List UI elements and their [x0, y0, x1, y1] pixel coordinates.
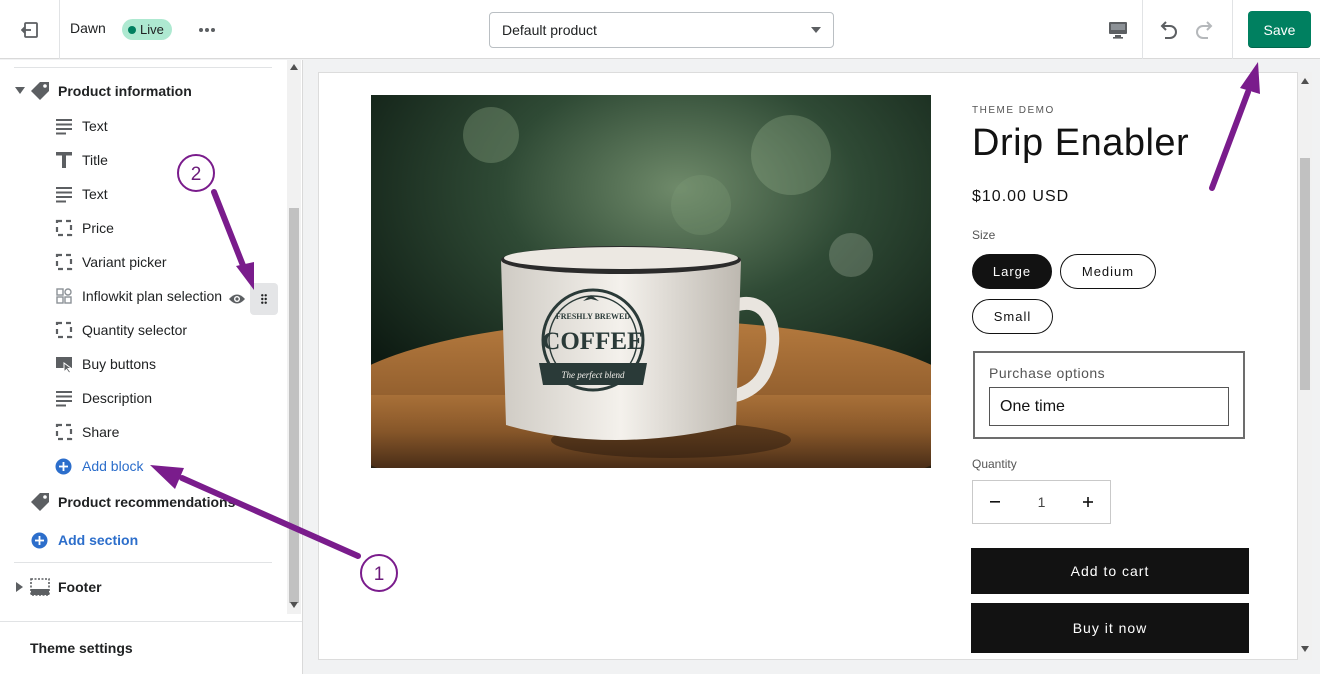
toolbar-divider	[1142, 0, 1143, 59]
block-label: Variant picker	[82, 254, 167, 270]
template-select[interactable]: Default product	[489, 12, 834, 48]
size-label: Size	[972, 228, 996, 242]
add-section-label: Add section	[58, 532, 139, 548]
size-option-small[interactable]: Small	[972, 299, 1053, 334]
chevron-down-icon	[811, 27, 821, 33]
scroll-up-arrow-icon[interactable]	[290, 64, 298, 70]
block-label: Title	[82, 152, 108, 168]
quantity-stepper: 1	[972, 480, 1111, 524]
buy-it-now-button[interactable]: Buy it now	[971, 603, 1249, 653]
block-label: Price	[82, 220, 114, 236]
size-option-large[interactable]: Large	[972, 254, 1052, 289]
more-horizontal-icon	[199, 28, 215, 32]
exit-icon	[20, 21, 38, 38]
undo-button[interactable]	[1153, 16, 1183, 44]
template-select-value: Default product	[502, 22, 597, 38]
preview-scrollbar-thumb[interactable]	[1300, 158, 1310, 390]
section-label: Footer	[58, 579, 102, 595]
title-t-icon	[56, 152, 72, 168]
block-label: Buy buttons	[82, 356, 156, 372]
coffee-mug-photo: FRESHLY BREWED COFFEE The perfect blend	[371, 95, 931, 468]
desktop-icon	[1109, 21, 1127, 39]
toolbar-divider	[1232, 0, 1233, 59]
dashed-square-icon	[55, 219, 73, 237]
caret-down-icon	[15, 87, 25, 94]
redo-button[interactable]	[1190, 16, 1220, 44]
drag-handle-icon	[261, 294, 267, 304]
block-label: Text	[82, 186, 108, 202]
scroll-down-arrow-icon[interactable]	[290, 602, 298, 608]
mug-text-top: FRESHLY BREWED	[556, 312, 631, 321]
text-lines-icon	[56, 187, 72, 203]
quantity-decrease-button[interactable]	[973, 480, 1017, 524]
purchase-options-select[interactable]: One time	[989, 387, 1229, 426]
theme-settings-button[interactable]: Theme settings	[0, 621, 302, 674]
purchase-options-label: Purchase options	[989, 365, 1106, 381]
scroll-up-arrow-icon[interactable]	[1301, 78, 1309, 84]
minus-icon	[990, 501, 1000, 503]
buy-buttons-icon	[56, 357, 73, 373]
product-image[interactable]: FRESHLY BREWED COFFEE The perfect blend	[371, 95, 931, 468]
product-vendor: THEME DEMO	[972, 105, 1055, 116]
theme-name: Dawn	[70, 20, 106, 36]
dashed-square-icon	[55, 321, 73, 339]
undo-icon	[1160, 21, 1177, 39]
caret-right-icon	[16, 582, 23, 592]
block-row-actions	[228, 283, 278, 315]
live-badge: Live	[122, 19, 172, 40]
save-button[interactable]: Save	[1248, 11, 1311, 48]
add-to-cart-button[interactable]: Add to cart	[971, 548, 1249, 594]
text-lines-icon	[56, 119, 72, 135]
device-preview-button[interactable]	[1094, 0, 1142, 59]
section-label: Product recommendations	[58, 494, 236, 510]
block-label: Quantity selector	[82, 322, 188, 338]
scroll-down-arrow-icon[interactable]	[1301, 646, 1309, 652]
redo-icon	[1196, 21, 1213, 39]
mug-text-ribbon: The perfect blend	[562, 370, 625, 380]
top-bar: Dawn Live Default product Save	[0, 0, 1320, 59]
eye-icon[interactable]	[228, 292, 246, 306]
footer-layout-icon	[30, 578, 50, 596]
section-label: Product information	[58, 83, 192, 99]
live-dot-icon	[128, 25, 136, 34]
app-block-icon	[56, 288, 72, 304]
quantity-value[interactable]: 1	[1038, 494, 1046, 510]
live-badge-label: Live	[140, 22, 164, 37]
plus-icon	[1082, 497, 1093, 507]
block-label: Text	[82, 118, 108, 134]
sidebar-scrollbar-thumb[interactable]	[289, 208, 299, 603]
dashed-square-icon	[55, 423, 73, 441]
dashed-square-icon	[55, 253, 73, 271]
drag-handle[interactable]	[250, 283, 278, 315]
block-label: Inflowkit plan selection	[82, 288, 223, 304]
quantity-increase-button[interactable]	[1066, 480, 1110, 524]
block-label: Share	[82, 424, 120, 440]
sidebar: Product information Text Title Text Price Va…	[0, 60, 303, 674]
sidebar-divider	[14, 562, 272, 563]
size-option-medium[interactable]: Medium	[1060, 254, 1156, 289]
more-actions-button[interactable]	[194, 18, 220, 42]
sidebar-divider	[14, 67, 272, 68]
plus-circle-icon	[55, 458, 72, 475]
plus-circle-icon	[31, 532, 48, 549]
mug-text-main: COFFEE	[542, 328, 643, 355]
tag-icon	[31, 82, 49, 100]
purchase-options-block: Purchase options One time	[973, 351, 1245, 439]
tag-icon	[31, 493, 49, 511]
block-label: Description	[82, 390, 153, 406]
storefront-preview: FRESHLY BREWED COFFEE The perfect blend …	[318, 72, 1298, 660]
add-block-label: Add block	[82, 458, 144, 474]
quantity-label: Quantity	[972, 457, 1017, 471]
text-lines-icon	[56, 391, 72, 407]
product-price: $10.00 USD	[972, 188, 1070, 205]
exit-button[interactable]	[0, 0, 60, 59]
product-title: Drip Enabler	[972, 122, 1190, 164]
